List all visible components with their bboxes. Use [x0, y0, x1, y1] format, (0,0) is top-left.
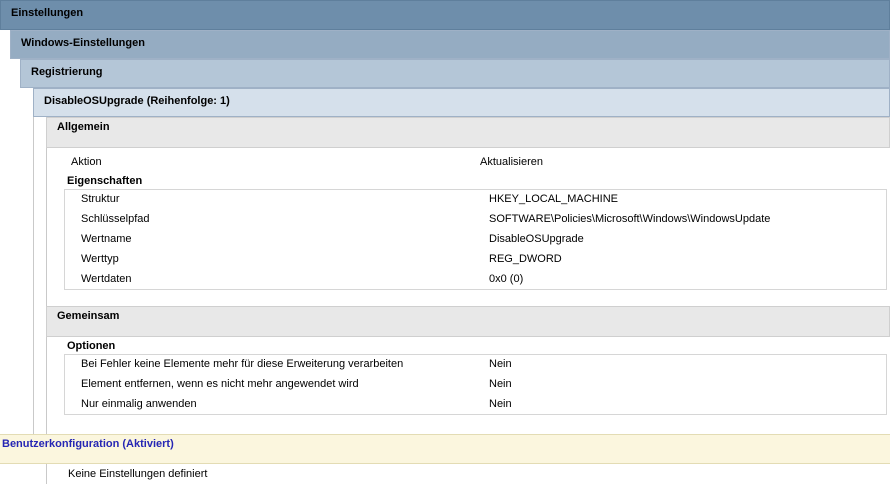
option-label-apply-once: Nur einmalig anwenden — [81, 398, 197, 410]
properties-table: Struktur HKEY_LOCAL_MACHINE Schlüsselpfa… — [64, 189, 887, 290]
property-label-value-data: Wertdaten — [81, 273, 132, 285]
options-title: Optionen — [67, 340, 116, 352]
settings-header[interactable]: Einstellungen — [0, 0, 890, 30]
tree-guide-line — [33, 117, 34, 434]
tree-guide-line — [46, 148, 47, 434]
user-configuration-header[interactable]: Benutzerkonfiguration (Aktiviert) — [0, 434, 890, 464]
property-value-structure: HKEY_LOCAL_MACHINE — [489, 193, 618, 205]
common-section-header[interactable]: Gemeinsam — [46, 306, 890, 337]
registry-item-header[interactable]: DisableOSUpgrade (Reihenfolge: 1) — [33, 88, 890, 117]
properties-title: Eigenschaften — [67, 175, 143, 187]
property-label-value-name: Wertname — [81, 233, 132, 245]
property-value-value-type: REG_DWORD — [489, 253, 562, 265]
action-value: Aktualisieren — [480, 156, 543, 168]
tree-guide-line — [46, 464, 47, 484]
option-value-stop-on-error: Nein — [489, 358, 512, 370]
option-value-remove-item: Nein — [489, 378, 512, 390]
options-table: Bei Fehler keine Elemente mehr für diese… — [64, 354, 887, 415]
property-value-value-name: DisableOSUpgrade — [489, 233, 584, 245]
property-value-value-data: 0x0 (0) — [489, 273, 524, 285]
property-label-key-path: Schlüsselpfad — [81, 213, 150, 225]
property-label-structure: Struktur — [81, 193, 120, 205]
action-label: Aktion — [71, 156, 102, 168]
option-label-remove-item: Element entfernen, wenn es nicht mehr an… — [81, 378, 359, 390]
option-label-stop-on-error: Bei Fehler keine Elemente mehr für diese… — [81, 358, 404, 370]
property-value-key-path: SOFTWARE\Policies\Microsoft\Windows\Wind… — [489, 213, 771, 225]
registry-header[interactable]: Registrierung — [20, 59, 890, 88]
option-value-apply-once: Nein — [489, 398, 512, 410]
no-settings-defined-text: Keine Einstellungen definiert — [68, 468, 208, 480]
general-section-header[interactable]: Allgemein — [46, 117, 890, 148]
property-label-value-type: Werttyp — [81, 253, 119, 265]
windows-settings-header[interactable]: Windows-Einstellungen — [10, 30, 890, 59]
